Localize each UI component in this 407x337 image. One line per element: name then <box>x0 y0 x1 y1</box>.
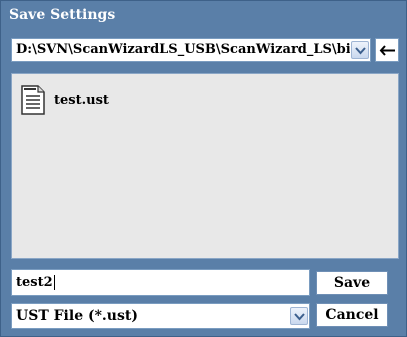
file-type-select[interactable]: UST File (*.ust) <box>11 303 310 329</box>
cancel-button[interactable]: Cancel <box>316 303 388 327</box>
document-icon <box>20 84 46 116</box>
save-button[interactable]: Save <box>316 271 388 295</box>
file-list[interactable]: test.ust <box>11 73 399 259</box>
filename-value: test2 <box>16 275 53 290</box>
chevron-down-icon[interactable] <box>290 307 308 325</box>
filename-input[interactable]: test2 <box>11 269 310 296</box>
current-path: D:\SVN\ScanWizardLS_USB\ScanWizard_LS\bi… <box>16 42 350 57</box>
file-type-value: UST File (*.ust) <box>16 308 138 324</box>
path-bar: D:\SVN\ScanWizardLS_USB\ScanWizard_LS\bi… <box>11 38 399 62</box>
text-caret <box>53 275 55 290</box>
path-combobox[interactable]: D:\SVN\ScanWizardLS_USB\ScanWizard_LS\bi… <box>11 38 371 62</box>
list-item[interactable]: test.ust <box>20 82 109 118</box>
save-settings-dialog: Save Settings D:\SVN\ScanWizardLS_USB\Sc… <box>0 0 407 337</box>
dialog-title: Save Settings <box>1 1 406 29</box>
file-name: test.ust <box>54 92 109 108</box>
chevron-down-icon[interactable] <box>351 41 369 59</box>
back-button[interactable] <box>375 38 399 62</box>
